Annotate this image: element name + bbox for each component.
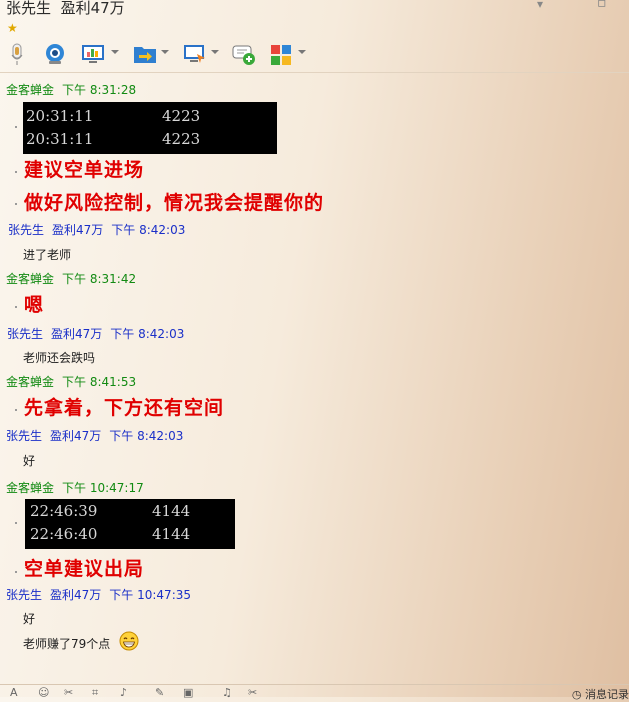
add-chat-icon — [232, 45, 255, 65]
chat-area[interactable]: 金客蝉金 下午 8:31:28 20:31:11 4223 20:31:11 4223… — [0, 74, 629, 680]
toolbar — [0, 38, 629, 73]
grin-emoji-icon — [119, 631, 139, 651]
remote-desktop-icon — [184, 45, 205, 63]
screen-share-button[interactable] — [81, 42, 105, 66]
bullet — [15, 306, 17, 308]
window-title: 张先生 盈利47万 — [6, 0, 125, 18]
ticker-value: 4144 — [152, 502, 191, 520]
minimize-button[interactable]: ▾ — [537, 0, 543, 11]
restore-button[interactable]: ▫ — [597, 0, 607, 11]
advice-text: 空单建议出局 — [24, 558, 145, 580]
star-icon: ★ — [7, 21, 18, 35]
sender-name: 张先生 — [6, 588, 43, 602]
contact-note: 盈利47万 — [60, 0, 125, 17]
sender-name: 金客蝉金 — [6, 481, 55, 495]
message-time: 下午 8:42:03 — [109, 429, 184, 443]
input-toolbar: A ☺ ✂ ⌗ ♪ ✎ ▣ ♫ ✂ ◷ 消息记录 — [0, 684, 629, 701]
message-history-button[interactable]: ◷ 消息记录 — [572, 686, 629, 702]
bullet — [15, 171, 17, 173]
ticker-row: 20:31:11 4223 — [23, 128, 277, 150]
message-header: 张先生 盈利47万 下午 8:42:03 — [8, 223, 193, 237]
voice-icon — [11, 43, 23, 65]
message-time: 下午 8:31:28 — [62, 83, 137, 97]
sender-note: 盈利47万 — [50, 429, 102, 443]
ticker-row: 20:31:11 4223 — [23, 105, 277, 127]
video-icon — [46, 44, 64, 64]
title-bar: 张先生 盈利47万 ★ ▾ ▫ — [0, 0, 629, 40]
ticker-value: 4223 — [162, 130, 201, 148]
sender-name: 金客蝉金 — [6, 83, 55, 97]
message-time: 下午 8:42:03 — [110, 327, 185, 341]
clock-icon: ◷ — [571, 688, 582, 701]
remote-desktop-dropdown[interactable] — [211, 50, 219, 54]
ticker-row: 22:46:39 4144 — [25, 500, 235, 522]
screen-share-icon — [82, 45, 104, 63]
ticker-value: 4144 — [152, 525, 191, 543]
message-text: 好 — [23, 612, 36, 626]
advice-text: 先拿着，下方还有空间 — [24, 397, 225, 419]
message-header: 金客蝉金 下午 8:31:42 — [6, 272, 144, 286]
sender-name: 张先生 — [6, 429, 43, 443]
message-text: 老师赚了79个点 — [23, 637, 111, 651]
bullet — [15, 126, 17, 128]
sender-name: 张先生 — [7, 327, 44, 341]
history-label: 消息记录 — [585, 688, 629, 701]
advice-text: 做好风险控制，情况我会提醒你的 — [24, 192, 325, 214]
apps-dropdown[interactable] — [298, 50, 306, 54]
ticker-time: 20:31:11 — [26, 130, 94, 148]
sender-note: 盈利47万 — [52, 223, 104, 237]
video-button[interactable] — [42, 42, 68, 66]
sender-note: 盈利47万 — [50, 588, 102, 602]
sender-name: 金客蝉金 — [6, 272, 55, 286]
bullet — [15, 409, 17, 411]
voice-button[interactable] — [9, 42, 25, 66]
message-text: 进了老师 — [23, 248, 72, 262]
message-header: 张先生 盈利47万 下午 8:42:03 — [7, 327, 192, 341]
screen-share-dropdown[interactable] — [111, 50, 119, 54]
apps-icon — [271, 45, 291, 65]
message-time: 下午 8:42:03 — [111, 223, 186, 237]
advice-text: 建议空单进场 — [24, 159, 145, 181]
sender-note: 盈利47万 — [51, 327, 103, 341]
contact-name: 张先生 — [6, 0, 52, 17]
message-time: 下午 10:47:35 — [109, 588, 192, 602]
message-time: 下午 10:47:17 — [62, 481, 144, 495]
bullet — [15, 522, 17, 524]
ticker-time: 20:31:11 — [26, 107, 94, 125]
file-transfer-button[interactable] — [133, 42, 157, 66]
advice-text: 嗯 — [24, 294, 45, 316]
ticker-time: 22:46:40 — [30, 525, 98, 543]
message-time: 下午 8:41:53 — [62, 375, 137, 389]
remote-desktop-button[interactable] — [183, 42, 207, 66]
sender-name: 张先生 — [8, 223, 45, 237]
ticker-row: 22:46:40 4144 — [25, 523, 235, 545]
add-chat-button[interactable] — [232, 42, 256, 66]
message-header: 张先生 盈利47万 下午 10:47:35 — [6, 588, 199, 602]
message-header: 张先生 盈利47万 下午 8:42:03 — [6, 429, 191, 443]
message-text: 好 — [23, 454, 36, 468]
message-time: 下午 8:31:42 — [62, 272, 137, 286]
bullet — [15, 571, 17, 573]
message-header: 金客蝉金 下午 8:41:53 — [6, 375, 144, 389]
file-transfer-dropdown[interactable] — [161, 50, 169, 54]
message-header: 金客蝉金 下午 10:47:17 — [6, 481, 152, 495]
sender-name: 金客蝉金 — [6, 375, 55, 389]
ticker-value: 4223 — [162, 107, 201, 125]
file-transfer-icon — [134, 47, 156, 63]
ticker-time: 22:46:39 — [30, 502, 98, 520]
message-header: 金客蝉金 下午 8:31:28 — [6, 83, 144, 97]
price-ticker-image: 20:31:11 4223 20:31:11 4223 — [23, 102, 277, 154]
bullet — [15, 203, 17, 205]
price-ticker-image: 22:46:39 4144 22:46:40 4144 — [25, 499, 235, 549]
apps-button[interactable] — [270, 42, 294, 66]
message-text: 老师还会跌吗 — [23, 351, 96, 365]
